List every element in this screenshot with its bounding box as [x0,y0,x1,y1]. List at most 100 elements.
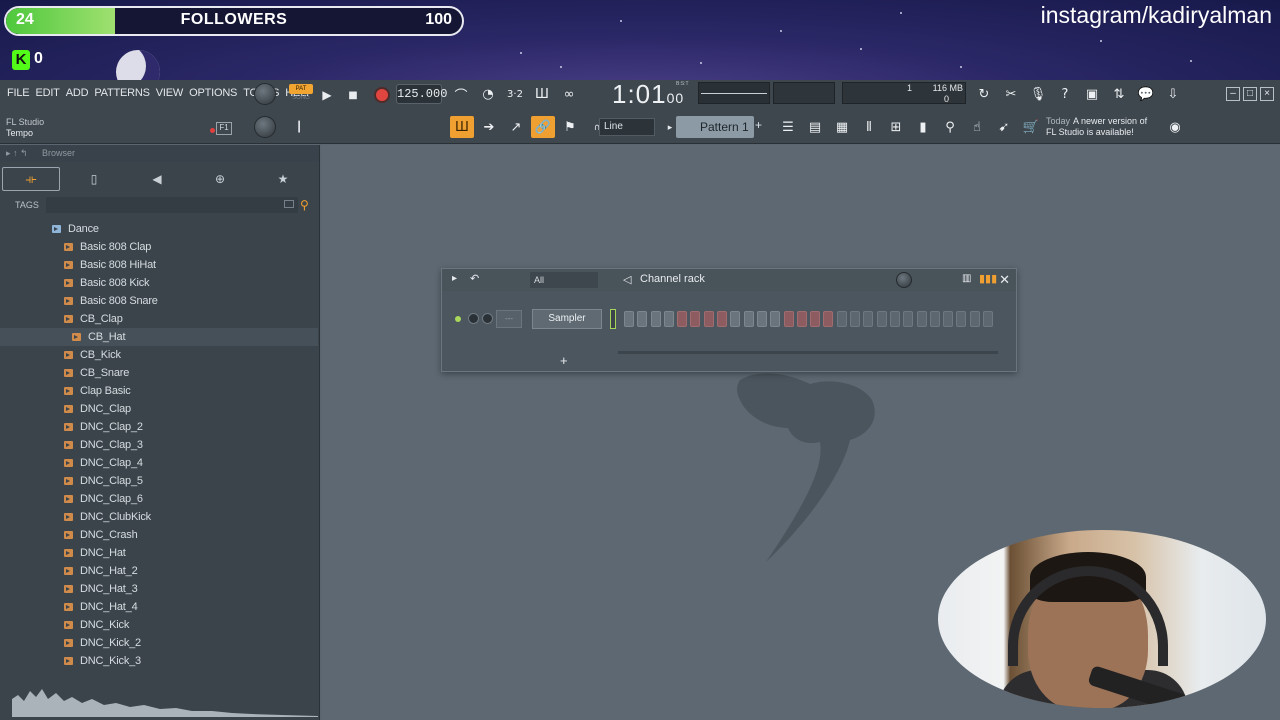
step-button[interactable] [743,311,754,327]
microphone-icon[interactable]: 🎙 [1027,83,1049,105]
pattern-selector[interactable]: Pattern 1 [676,116,754,138]
browser-file[interactable]: DNC_Hat_3 [0,580,318,598]
swing-knob[interactable] [896,272,912,288]
loop-record-icon[interactable]: ∞ [558,83,580,105]
tab-plugins[interactable]: ⊕ [191,167,249,191]
browser-file[interactable]: DNC_Clap_5 [0,472,318,490]
browser-file[interactable]: DNC_ClubKick [0,508,318,526]
tags-label[interactable]: TAGS [15,200,39,210]
f1-help-button[interactable]: F1 [216,122,232,135]
browser-file[interactable]: CB_Snare [0,364,318,382]
menu-view[interactable]: VIEW [153,87,186,99]
browser-file[interactable]: DNC_Crash [0,526,318,544]
song-position-display[interactable]: 1:0100 [612,79,684,110]
browser-file[interactable]: CB_Hat [0,328,318,346]
browser-icon[interactable]: ⊞ [884,116,908,138]
rack-close-button[interactable]: ✕ [999,272,1010,288]
menu-patterns[interactable]: PATTERNS [91,87,152,99]
close-window-button[interactable]: × [1260,87,1274,101]
browser-file[interactable]: DNC_Clap_2 [0,418,318,436]
folder-icon[interactable] [284,200,294,208]
piano-roll-window-icon[interactable]: ▤ [803,116,827,138]
menu-edit[interactable]: EDIT [32,87,62,99]
browser-file[interactable]: DNC_Hat_4 [0,598,318,616]
step-button[interactable] [929,311,940,327]
tools-icon[interactable]: ➹ [992,116,1016,138]
step-button[interactable] [756,311,767,327]
undo-icon[interactable]: ↻ [973,83,995,105]
browser-file[interactable]: Basic 808 Clap [0,238,318,256]
link-icon[interactable]: 🔗 [531,116,555,138]
mixer-icon[interactable]: ⫴ [857,116,881,138]
metronome-icon[interactable]: ⌒ [450,83,472,105]
minimize-button[interactable]: – [1226,87,1240,101]
play-button[interactable]: ▶ [316,84,338,106]
tab-files[interactable]: ▯ [65,167,123,191]
chat-icon[interactable]: 💬 [1135,83,1157,105]
step-button[interactable] [943,311,954,327]
browser-file[interactable]: Basic 808 HiHat [0,256,318,274]
step-button[interactable] [770,311,781,327]
channel-select-indicator[interactable] [610,309,616,329]
browser-file[interactable]: DNC_Clap [0,400,318,418]
project-icon[interactable]: ▮ [911,116,935,138]
step-button[interactable] [650,311,661,327]
step-button[interactable] [717,311,728,327]
browser-file[interactable]: DNC_Hat [0,544,318,562]
channel-group-select[interactable]: All [530,272,598,288]
channel-rack-icon[interactable]: ▦ [830,116,854,138]
channel-mixer-track[interactable]: --- [496,310,522,328]
step-button[interactable] [637,311,648,327]
arrow-icon[interactable]: ➔ [477,116,501,138]
step-button[interactable] [624,311,634,327]
step-button[interactable] [983,311,994,327]
save-icon[interactable]: ▣ [1081,83,1103,105]
browser-file[interactable]: DNC_Hat_2 [0,562,318,580]
search-icon[interactable]: ⚲ [300,198,314,212]
step-button[interactable] [783,311,794,327]
slide-icon[interactable]: ↗ [504,116,528,138]
browser-file[interactable]: Clap Basic [0,382,318,400]
graph-editor-icon[interactable]: ▥ [962,273,971,284]
countdown-icon[interactable]: 3·2 [504,83,526,105]
browser-file[interactable]: CB_Clap [0,310,318,328]
browser-file[interactable]: DNC_Kick [0,616,318,634]
tempo-display[interactable]: 125.000 [396,84,447,104]
store-icon[interactable]: 🛒 [1019,116,1043,138]
step-button[interactable] [916,311,927,327]
cut-tools-icon[interactable]: ✂ [1000,83,1022,105]
tab-favorites[interactable]: ★ [254,167,312,191]
step-edit-icon[interactable]: Ш [531,83,553,105]
news-panel[interactable]: Today A newer version of FL Studio is ava… [1046,116,1147,138]
browser-folder[interactable]: Dance [0,220,318,238]
browser-file[interactable]: DNC_Clap_3 [0,436,318,454]
plugin-icon[interactable]: ⚲ [938,116,962,138]
wait-input-icon[interactable]: ◔ [477,83,499,105]
help-icon[interactable]: ? [1054,83,1076,105]
browser-file[interactable]: Basic 808 Kick [0,274,318,292]
step-button[interactable] [903,311,914,327]
step-button[interactable] [663,311,674,327]
pat-song-toggle[interactable]: PAT SONG [289,84,313,104]
touch-icon[interactable]: ☝ [965,116,989,138]
step-button[interactable] [810,311,821,327]
render-icon[interactable]: ⇅ [1108,83,1130,105]
step-button[interactable] [796,311,807,327]
master-volume-knob[interactable] [254,83,276,105]
add-pattern-button[interactable]: + [755,118,762,132]
browser-search-input[interactable] [46,197,298,213]
browser-file[interactable]: DNC_Kick_2 [0,634,318,652]
step-button[interactable] [956,311,967,327]
step-button[interactable] [677,311,688,327]
tab-sounds[interactable]: ◀ [128,167,186,191]
browser-file[interactable]: CB_Kick [0,346,318,364]
step-button[interactable] [850,311,861,327]
channel-mute-led[interactable] [455,316,461,322]
menu-options[interactable]: OPTIONS [186,87,240,99]
step-button[interactable] [823,311,834,327]
browser-nav-icon[interactable]: ▸ ↑ ↰ [6,145,28,162]
step-button[interactable] [969,311,980,327]
maximize-button[interactable]: □ [1243,87,1257,101]
step-button[interactable] [863,311,874,327]
channel-volume-knob[interactable] [468,313,479,324]
